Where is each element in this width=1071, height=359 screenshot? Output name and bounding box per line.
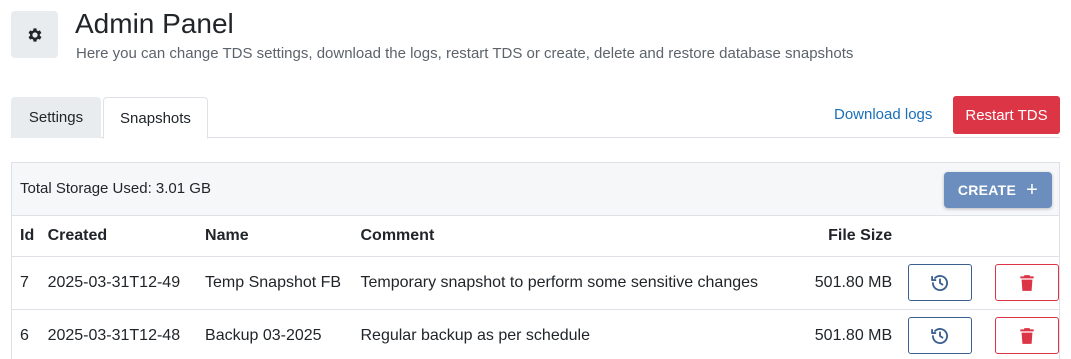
- cell-comment: Regular backup as per schedule: [360, 309, 786, 359]
- gear-icon: [28, 27, 41, 42]
- column-header-delete: [979, 216, 1059, 257]
- column-header-restore: [892, 216, 979, 257]
- history-icon: [931, 274, 949, 291]
- restart-tds-button[interactable]: Restart TDS: [953, 96, 1060, 134]
- cell-name: Backup 03-2025: [205, 309, 361, 359]
- snapshots-table: Id Created Name Comment File Size 7 2025…: [12, 216, 1059, 359]
- create-button-label: CREATE: [957, 182, 1017, 198]
- cell-id: 7: [12, 256, 48, 310]
- cell-delete: [979, 309, 1059, 359]
- admin-header-icon-box: [11, 11, 58, 58]
- tab-snapshots[interactable]: Snapshots: [103, 97, 208, 139]
- restore-snapshot-button[interactable]: [908, 317, 973, 354]
- plus-icon: +: [1026, 179, 1039, 201]
- column-header-name: Name: [205, 216, 361, 257]
- cell-created: 2025-03-31T12-49: [47, 256, 206, 310]
- download-logs-link[interactable]: Download logs: [834, 106, 932, 123]
- cell-restore: [892, 256, 979, 310]
- column-header-comment: Comment: [360, 216, 786, 257]
- column-header-created: Created: [47, 216, 206, 257]
- snapshots-panel-header: Total Storage Used: 3.01 GB CREATE +: [12, 163, 1059, 216]
- delete-snapshot-button[interactable]: [995, 264, 1059, 301]
- cell-file-size: 501.80 MB: [785, 309, 893, 359]
- table-header-row: Id Created Name Comment File Size: [12, 216, 1059, 257]
- restore-snapshot-button[interactable]: [908, 264, 973, 301]
- cell-delete: [979, 256, 1059, 310]
- history-icon: [931, 327, 949, 344]
- tab-settings[interactable]: Settings: [11, 97, 101, 138]
- create-snapshot-button[interactable]: CREATE +: [944, 172, 1052, 208]
- cell-created: 2025-03-31T12-48: [47, 309, 206, 359]
- total-storage-used: Total Storage Used: 3.01 GB: [20, 180, 211, 197]
- snapshots-panel: Total Storage Used: 3.01 GB CREATE + Id …: [11, 162, 1060, 359]
- cell-comment: Temporary snapshot to perform some sensi…: [360, 256, 786, 310]
- cell-id: 6: [12, 309, 48, 359]
- column-header-id: Id: [12, 216, 48, 257]
- trash-icon: [1020, 274, 1034, 291]
- cell-file-size: 501.80 MB: [785, 256, 893, 310]
- cell-restore: [892, 309, 979, 359]
- page-subtitle: Here you can change TDS settings, downlo…: [76, 45, 854, 62]
- table-row: 6 2025-03-31T12-48 Backup 03-2025 Regula…: [12, 309, 1059, 359]
- cell-name: Temp Snapshot FB: [205, 256, 361, 310]
- trash-icon: [1020, 327, 1034, 344]
- delete-snapshot-button[interactable]: [995, 317, 1059, 354]
- page-title: Admin Panel: [75, 8, 234, 39]
- table-row: 7 2025-03-31T12-49 Temp Snapshot FB Temp…: [12, 256, 1059, 310]
- column-header-file-size: File Size: [785, 216, 893, 257]
